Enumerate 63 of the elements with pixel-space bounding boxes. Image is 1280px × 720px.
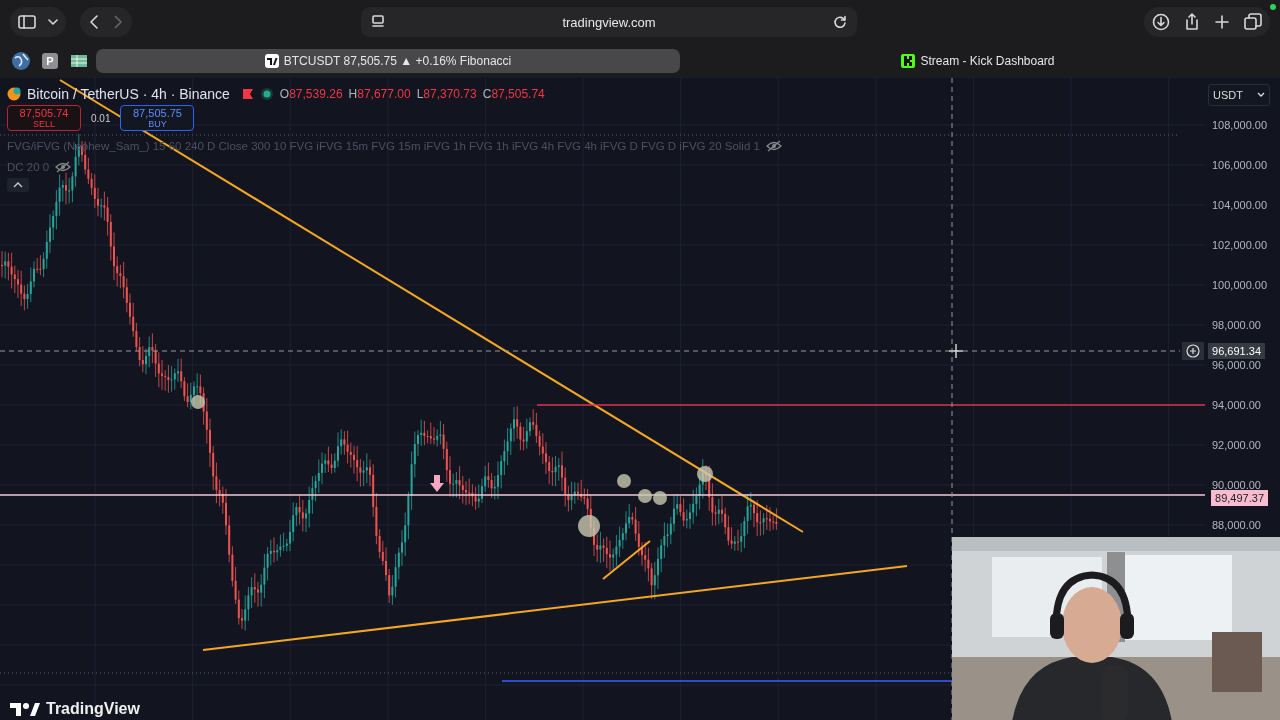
ohlc-value: C87,505.74 [482,87,545,101]
crosshair-price-label: 96,691.34 [1208,343,1265,359]
price-level-label: 89,497.37 [1211,490,1268,506]
new-tab-icon[interactable] [1214,14,1230,30]
hidden-eye-icon[interactable] [765,140,782,152]
price-label: 94,000.00 [1212,399,1261,411]
price-label: 104,000.00 [1212,199,1268,211]
kick-logo-icon [901,54,916,68]
back-icon[interactable] [88,14,100,30]
chevron-down-icon [48,18,58,26]
collapse-button[interactable] [7,178,29,192]
app-logo-icon [264,54,279,68]
trend-line[interactable] [202,565,908,651]
market-status-icon [259,87,274,101]
address-bar[interactable]: tradingview.com [361,7,857,37]
arrow-down-icon [430,475,444,492]
brand-name: TradingView [46,700,140,718]
sidebar-button[interactable] [10,7,66,37]
price-label: 106,000.00 [1212,159,1268,171]
buy-button[interactable]: 87,505.75 BUY [120,105,195,131]
coin-icon [7,87,21,101]
currency-dropdown[interactable]: USDT [1208,84,1270,106]
tradingview-logo-icon [10,701,40,717]
circle-marker [653,491,667,505]
reload-icon[interactable] [833,15,847,29]
price-label: 100,000.00 [1212,279,1268,291]
circle-marker [697,466,713,482]
circle-marker [578,515,600,537]
price-label: 88,000.00 [1212,519,1261,531]
price-label: 92,000.00 [1212,439,1261,451]
circle-marker [638,489,652,503]
url-text: tradingview.com [562,14,656,30]
flag-icon[interactable] [241,88,254,100]
download-icon[interactable] [1152,13,1170,31]
circle-marker [617,474,631,488]
hidden-eye-icon[interactable] [55,161,72,173]
sidebar-icon [18,15,36,29]
share-icon[interactable] [1184,13,1200,31]
quantity-text: 0.01 [91,112,111,124]
chart-canvas[interactable] [0,78,1205,720]
forward-icon[interactable] [112,14,124,30]
price-label: 90,000.00 [1212,479,1261,491]
add-alert-button[interactable] [1182,342,1204,360]
page-icon[interactable] [371,15,385,29]
browser-tab[interactable]: Stream - Kick Dashboard [686,49,1270,73]
price-label: 96,000.00 [1212,359,1261,371]
circle-marker [191,395,205,409]
ohlc-value: L87,370.73 [416,87,477,101]
status-dot-icon [1270,4,1276,10]
ohlc-value: H87,677.00 [348,87,411,101]
price-label: 102,000.00 [1212,239,1268,251]
ohlc-value: O87,539.26 [279,87,343,101]
chevron-down-icon [1257,92,1265,98]
tabs-overview-icon[interactable] [1244,13,1262,31]
trend-line[interactable] [602,540,651,580]
globe-icon[interactable] [10,50,32,72]
browser-tab[interactable]: BTCUSDT 87,505.75 ▲ +0.16% Fibonacci [96,49,680,73]
sell-button[interactable]: 87,505.74 SELL [7,105,81,131]
chevron-up-icon [13,182,23,188]
price-label: 98,000.00 [1212,319,1261,331]
price-label: 108,000.00 [1212,119,1268,131]
plus-circle-icon [1186,344,1200,358]
crosshair-cursor-icon [948,343,964,359]
